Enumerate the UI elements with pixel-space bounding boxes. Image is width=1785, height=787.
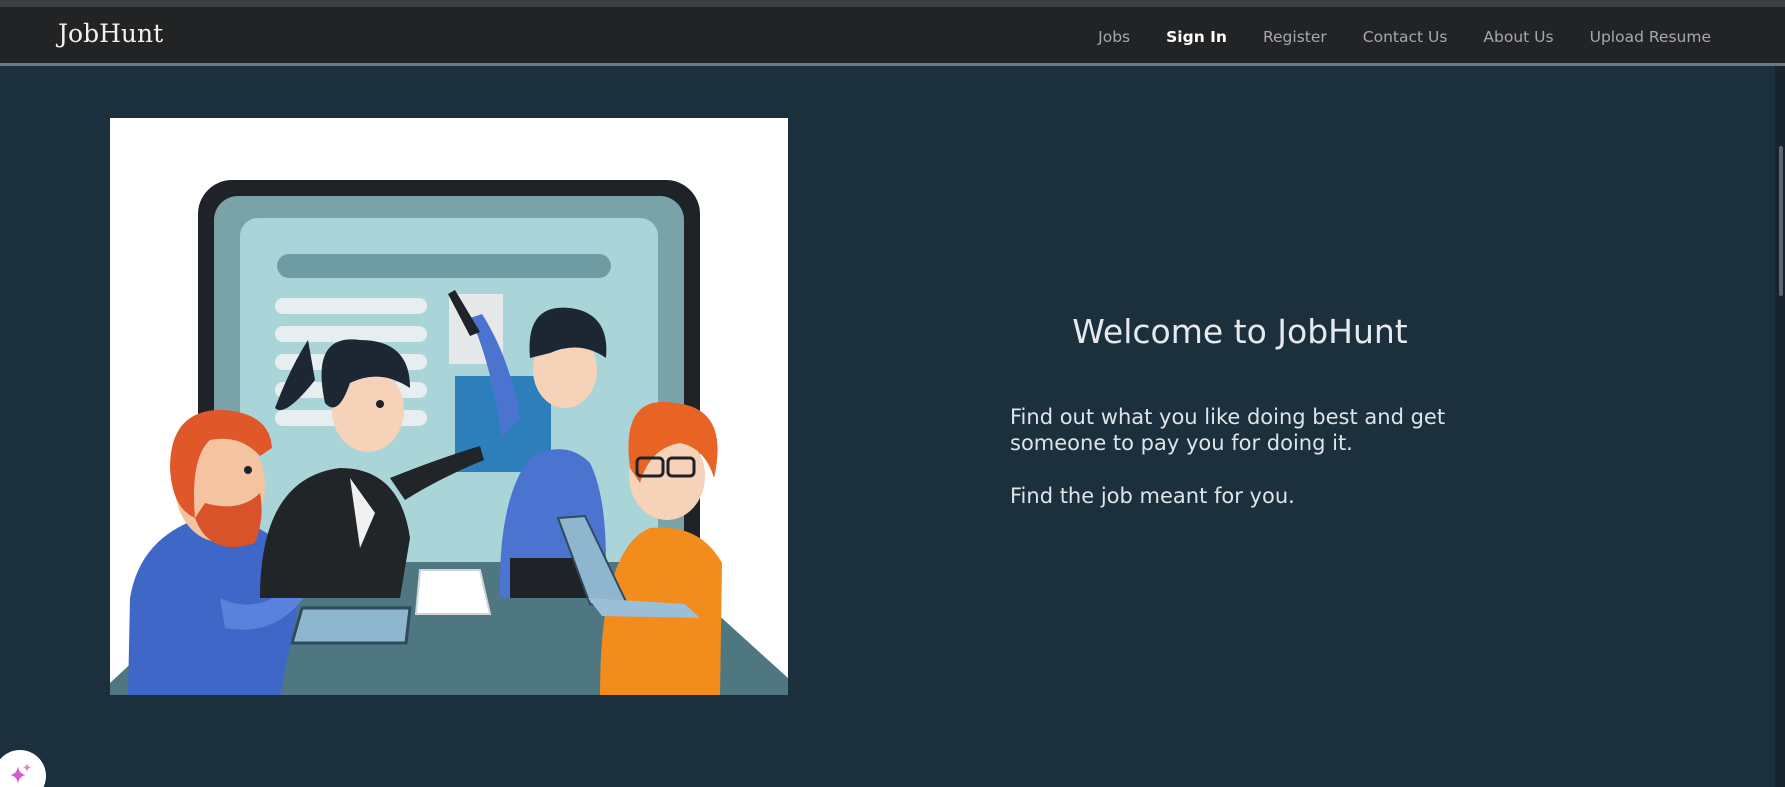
scrollbar[interactable]: [1775, 66, 1785, 787]
hero-subtagline: Find the job meant for you.: [1010, 484, 1295, 508]
scrollbar-thumb[interactable]: [1779, 146, 1783, 296]
navbar: JobHunt Jobs Sign In Register Contact Us…: [0, 7, 1785, 66]
nav-link-upload-resume[interactable]: Upload Resume: [1590, 28, 1711, 46]
browser-top-strip: [0, 0, 1785, 7]
sparkle-icon: [10, 763, 31, 784]
nav-link-sign-in[interactable]: Sign In: [1166, 28, 1227, 46]
team-meeting-illustration: [110, 118, 788, 695]
nav-link-register[interactable]: Register: [1263, 28, 1327, 46]
hero-tagline: Find out what you like doing best and ge…: [1010, 405, 1446, 455]
nav-link-about-us[interactable]: About Us: [1483, 28, 1553, 46]
brand-logo[interactable]: JobHunt: [58, 19, 163, 48]
hero-title: Welcome to JobHunt: [1072, 312, 1408, 351]
nav-link-jobs[interactable]: Jobs: [1098, 28, 1130, 46]
nav-links: Jobs Sign In Register Contact Us About U…: [1098, 7, 1711, 66]
nav-link-contact-us[interactable]: Contact Us: [1363, 28, 1448, 46]
assistant-button[interactable]: [0, 750, 46, 787]
